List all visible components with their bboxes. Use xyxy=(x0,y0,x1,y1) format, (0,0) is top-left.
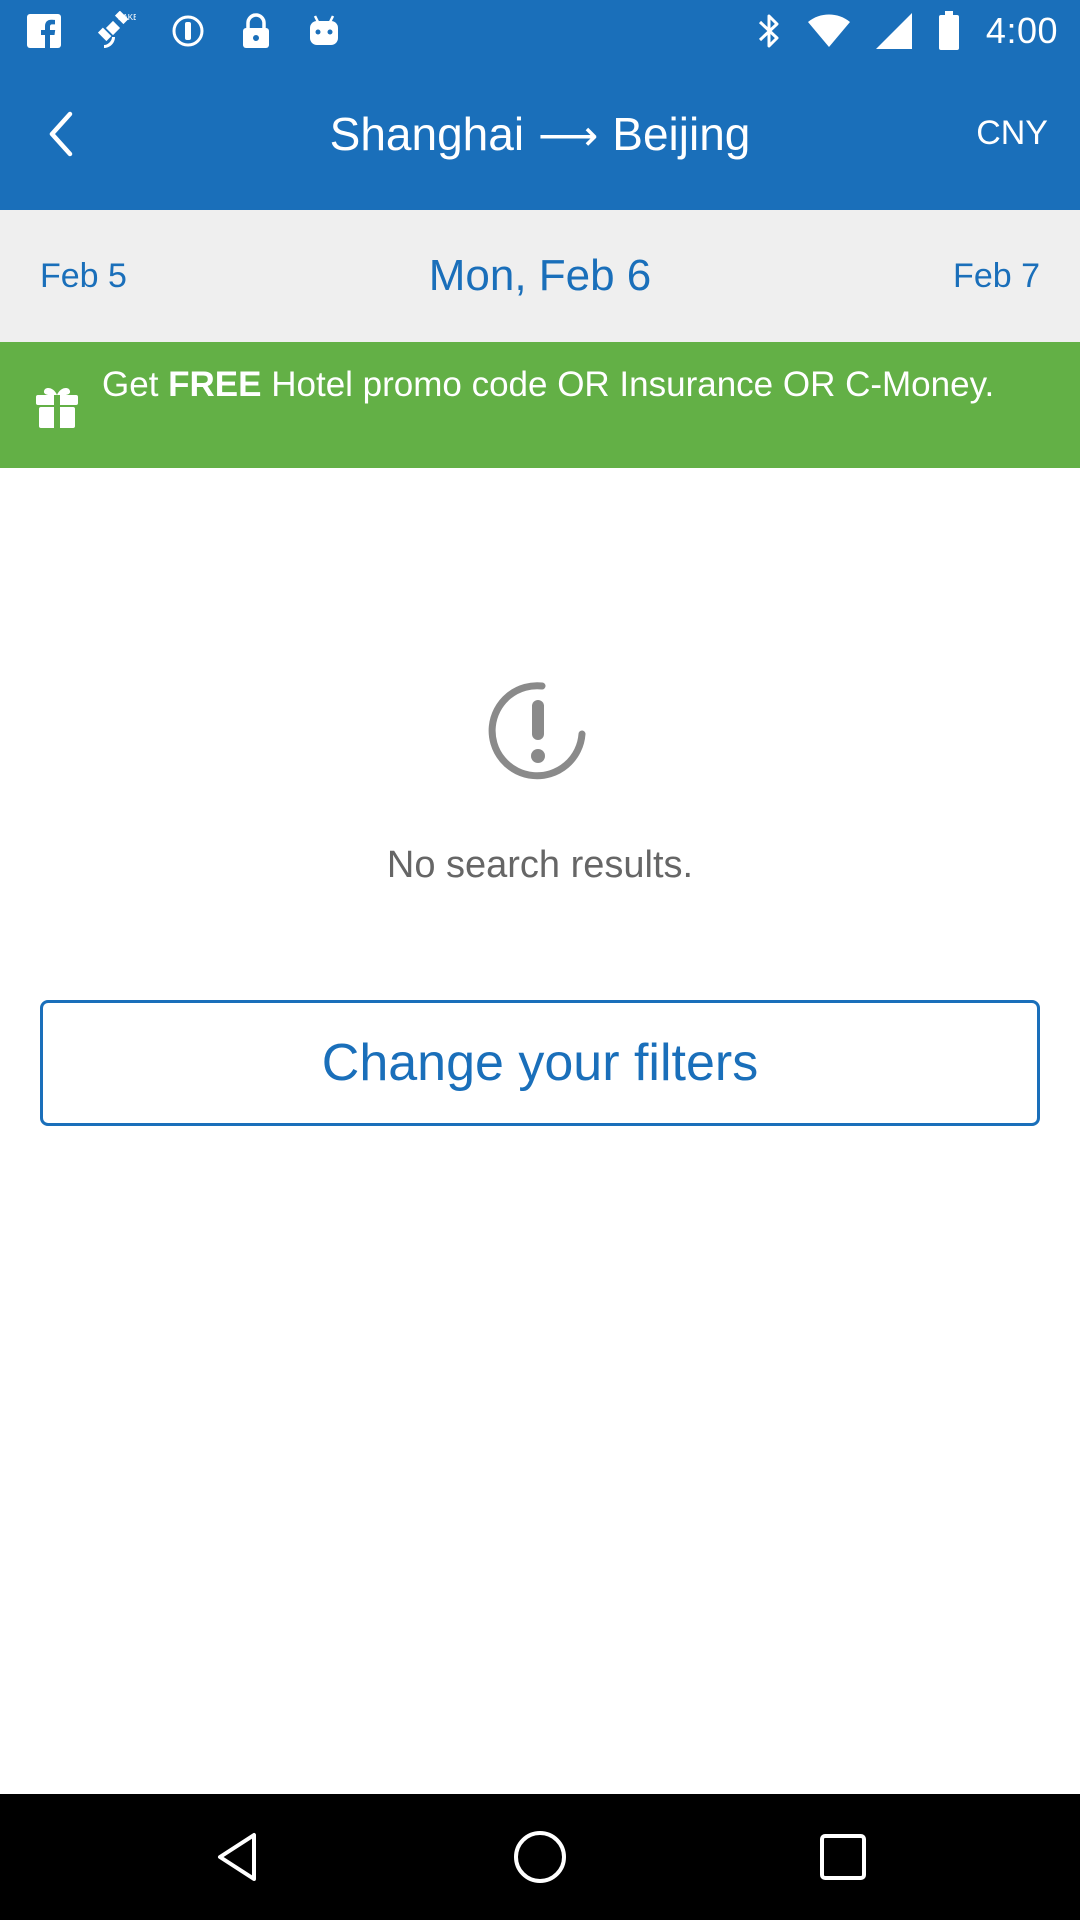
facebook-icon xyxy=(26,13,62,49)
change-filters-button[interactable]: Change your filters xyxy=(40,1000,1040,1126)
origin-city: Shanghai xyxy=(329,108,525,160)
route-title: Shanghai ⟶ Beijing xyxy=(0,106,1080,162)
promo-text-start: Get xyxy=(102,365,169,404)
nav-recent-apps-icon[interactable] xyxy=(813,1827,873,1887)
status-time: 4:00 xyxy=(985,10,1058,51)
next-date-button[interactable]: Feb 7 xyxy=(953,210,1040,342)
status-right-icons: 4:00 xyxy=(730,10,1058,52)
nav-home-icon[interactable] xyxy=(510,1827,570,1887)
currency-button[interactable]: CNY xyxy=(976,114,1048,153)
current-date-label[interactable]: Mon, Feb 6 xyxy=(429,251,652,300)
android-icon xyxy=(306,13,342,49)
destination-city: Beijing xyxy=(612,108,751,160)
route-arrow-icon: ⟶ xyxy=(538,112,599,159)
signal-icon xyxy=(875,13,912,49)
screen: FAKE 4:00 Shanghai ⟶ Beijing CNY Feb 5 M… xyxy=(0,0,1080,1920)
current-date: Mon, Feb 6 xyxy=(0,210,1080,342)
date-bar: Feb 5 Mon, Feb 6 Feb 7 xyxy=(0,210,1080,342)
sync-icon xyxy=(170,13,206,49)
nav-back-icon[interactable] xyxy=(210,1827,270,1887)
navigation-bar xyxy=(0,1794,1080,1920)
wifi-icon xyxy=(807,13,850,49)
bluetooth-icon xyxy=(756,11,782,51)
promo-free-label: FREE xyxy=(168,365,262,404)
app-bar: Shanghai ⟶ Beijing CNY xyxy=(0,62,1080,210)
previous-date-button[interactable]: Feb 5 xyxy=(40,210,127,342)
lock-icon xyxy=(240,13,272,49)
promo-text-end: Hotel promo code OR Insurance OR C-Money… xyxy=(261,365,995,404)
battery-icon xyxy=(938,11,960,51)
promo-text: Get FREE Hotel promo code OR Insurance O… xyxy=(102,362,1032,408)
svg-text:FAKE: FAKE xyxy=(118,13,136,22)
fake-gps-icon: FAKE xyxy=(96,11,136,51)
gift-icon xyxy=(36,387,78,428)
no-results-message: No search results. xyxy=(386,844,694,886)
status-bar: FAKE 4:00 xyxy=(0,0,1080,62)
status-left-icons: FAKE xyxy=(26,11,376,51)
alert-icon xyxy=(488,682,586,780)
promo-banner[interactable]: Get FREE Hotel promo code OR Insurance O… xyxy=(0,342,1080,468)
